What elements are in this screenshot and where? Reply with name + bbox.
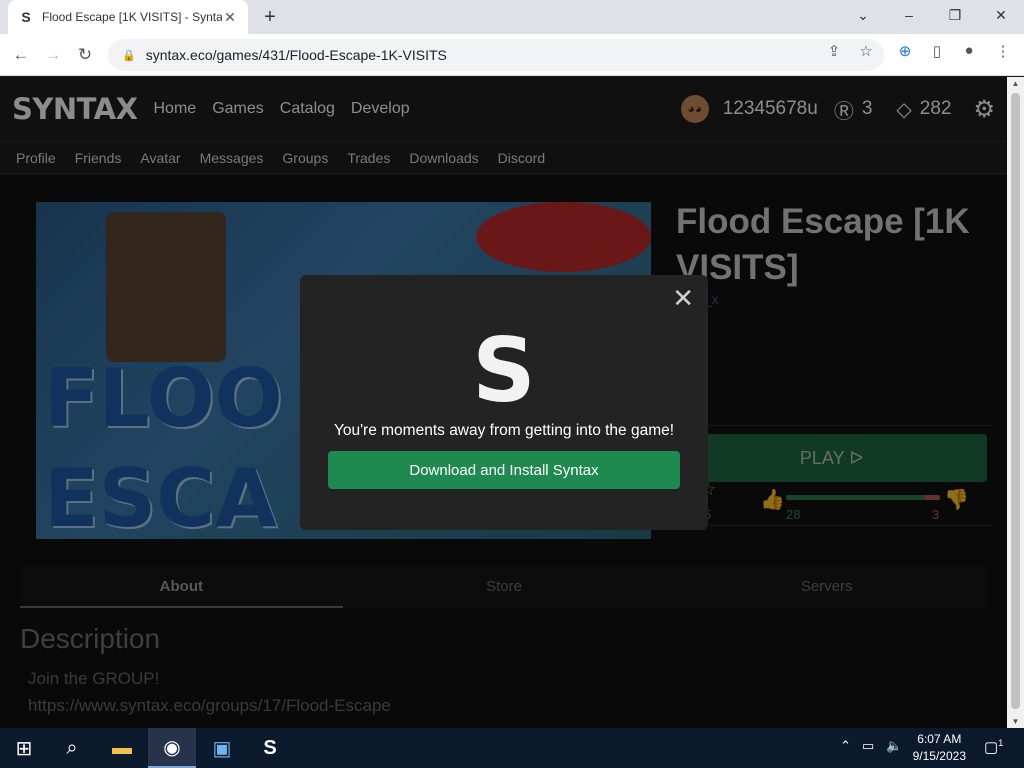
download-install-button[interactable]: Download and Install Syntax <box>328 451 680 489</box>
bookmark-star-icon[interactable]: ☆ <box>857 42 875 60</box>
chrome-icon[interactable]: ◉ <box>148 728 196 768</box>
profile-icon[interactable]: ● <box>960 42 978 60</box>
tab-search-icon[interactable]: ⌄ <box>840 0 886 30</box>
back-icon[interactable]: ← <box>8 42 34 68</box>
lock-icon: 🔒 <box>122 49 136 62</box>
syntax-app-icon[interactable]: S <box>246 728 294 768</box>
syntax-favicon-icon: S <box>21 9 31 25</box>
control-panel-icon[interactable]: ▣ <box>198 728 246 768</box>
browser-tab-strip: S Flood Escape [1K VISITS] - Syntax ✕ + … <box>0 0 1024 34</box>
menu-kebab-icon[interactable]: ⋮ <box>994 42 1012 60</box>
forward-icon[interactable]: → <box>40 42 66 68</box>
close-window-button[interactable]: ✕ <box>978 0 1024 30</box>
search-icon[interactable]: ⌕ <box>48 728 96 768</box>
clock-time: 6:07 AM <box>917 732 962 746</box>
page-scrollbar[interactable]: ▲ ▼ <box>1007 77 1024 728</box>
minimize-button[interactable]: – <box>886 0 932 30</box>
download-icon[interactable]: ⊕ <box>896 42 914 60</box>
browser-tab-title: Flood Escape [1K VISITS] - Syntax <box>42 10 222 24</box>
browser-toolbar: ← → ↻ 🔒 syntax.eco/games/431/Flood-Escap… <box>0 34 1024 76</box>
windows-taskbar: ⊞ ⌕ ▬ ◉ ▣ S ⌃ ▭ 🔈 6:07 AM 9/15/2023 ▢1 <box>0 728 1024 768</box>
new-tab-button[interactable]: + <box>258 5 282 29</box>
url-text: syntax.eco/games/431/Flood-Escape-1K-VIS… <box>145 47 447 63</box>
restore-button[interactable]: ❐ <box>932 0 978 30</box>
system-clock[interactable]: 6:07 AM 9/15/2023 <box>913 731 966 765</box>
syntax-logo-icon: S <box>472 319 536 422</box>
reload-icon[interactable]: ↻ <box>72 42 98 68</box>
notification-count: 1 <box>998 738 1004 748</box>
scroll-down-icon[interactable]: ▼ <box>1007 717 1024 726</box>
modal-close-icon[interactable]: ✕ <box>672 283 694 314</box>
tab-close-icon[interactable]: ✕ <box>222 9 238 26</box>
scroll-up-icon[interactable]: ▲ <box>1007 79 1024 88</box>
address-bar[interactable]: 🔒 syntax.eco/games/431/Flood-Escape-1K-V… <box>108 39 884 71</box>
side-panel-icon[interactable]: ▯ <box>928 42 946 60</box>
launch-modal: ✕ S You're moments away from getting int… <box>300 275 708 530</box>
scrollbar-thumb[interactable] <box>1011 93 1020 709</box>
modal-message: You're moments away from getting into th… <box>333 422 675 439</box>
network-icon[interactable]: ▭ <box>862 738 874 754</box>
notification-center-icon[interactable]: ▢1 <box>984 738 1003 756</box>
tray-chevron-icon[interactable]: ⌃ <box>840 738 851 754</box>
clock-date: 9/15/2023 <box>912 749 966 763</box>
file-explorer-icon[interactable]: ▬ <box>98 728 146 768</box>
share-icon[interactable]: ⇪ <box>825 42 843 60</box>
volume-icon[interactable]: 🔈 <box>886 738 902 754</box>
browser-tab[interactable]: S Flood Escape [1K VISITS] - Syntax ✕ <box>8 0 248 34</box>
windows-start-icon[interactable]: ⊞ <box>0 728 48 768</box>
